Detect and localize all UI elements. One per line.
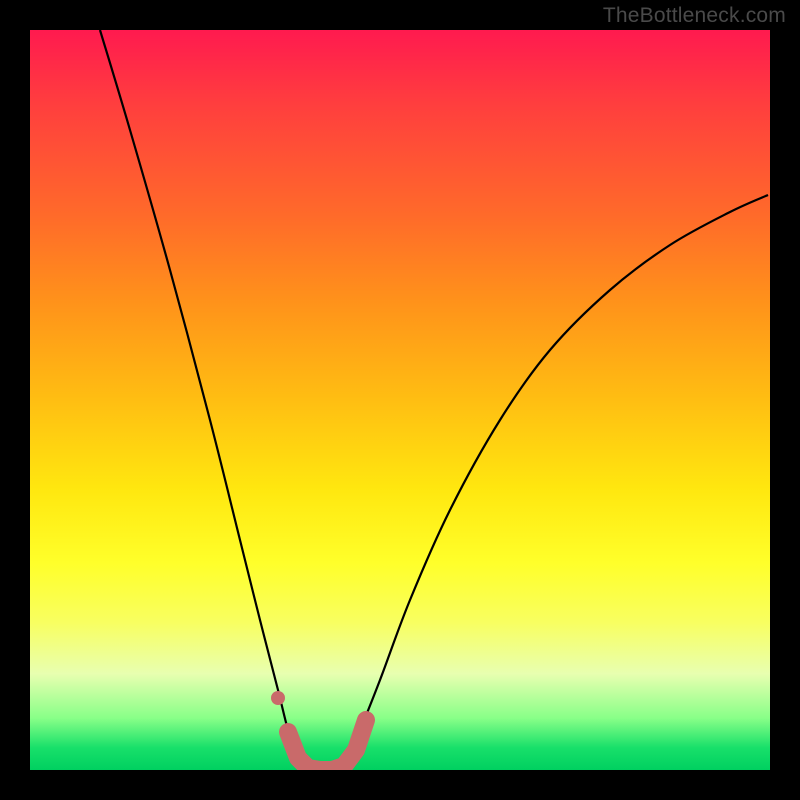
- bead-group: [271, 691, 366, 770]
- watermark-text: TheBottleneck.com: [603, 4, 786, 28]
- curve-svg: [30, 30, 770, 770]
- bottleneck-curve: [100, 30, 768, 770]
- plot-area: [30, 30, 770, 770]
- chart-stage: TheBottleneck.com: [0, 0, 800, 800]
- bead-stroke: [288, 720, 366, 770]
- bead-dot: [271, 691, 285, 705]
